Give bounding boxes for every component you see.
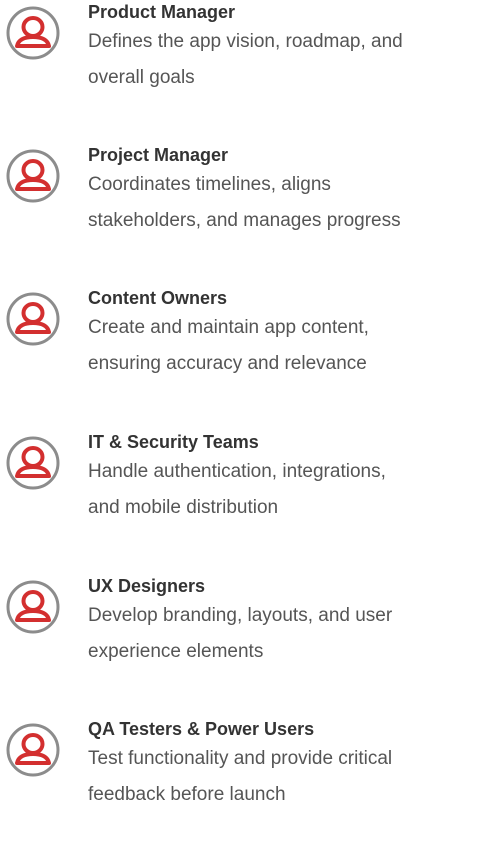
- person-icon: [6, 6, 60, 60]
- role-item-it-security-teams: IT & Security Teams Handle authenticatio…: [0, 430, 500, 560]
- role-description-line: Defines the app vision, roadmap, and: [88, 31, 403, 52]
- role-description-line: Create and maintain app content,: [88, 317, 369, 338]
- role-description-line: and mobile distribution: [88, 497, 279, 518]
- person-icon: [6, 149, 60, 203]
- role-item-content-owners: Content Owners Create and maintain app c…: [0, 286, 500, 416]
- role-item-project-manager: Project Manager Coordinates timelines, a…: [0, 143, 500, 273]
- role-text: UX Designers Develop branding, layouts, …: [88, 574, 500, 670]
- role-description-line: stakeholders, and manages progress: [88, 210, 401, 231]
- role-text: IT & Security Teams Handle authenticatio…: [88, 430, 500, 526]
- role-description-line: ensuring accuracy and relevance: [88, 353, 367, 374]
- role-description-line: experience elements: [88, 641, 264, 662]
- role-item-ux-designers: UX Designers Develop branding, layouts, …: [0, 574, 500, 704]
- role-item-product-manager: Product Manager Defines the app vision, …: [0, 0, 500, 130]
- role-text: QA Testers & Power Users Test functional…: [88, 717, 500, 813]
- role-title: Project Manager: [88, 145, 229, 165]
- role-description-line: Develop branding, layouts, and user: [88, 605, 393, 626]
- role-text: Content Owners Create and maintain app c…: [88, 286, 500, 382]
- role-title: Content Owners: [88, 288, 228, 308]
- role-text: Project Manager Coordinates timelines, a…: [88, 143, 500, 239]
- person-icon: [6, 580, 60, 634]
- role-description-line: Handle authentication, integrations,: [88, 461, 386, 482]
- person-icon: [6, 723, 60, 777]
- role-title: QA Testers & Power Users: [88, 719, 315, 739]
- role-description-line: Coordinates timelines, aligns: [88, 174, 331, 195]
- role-text: Product Manager Defines the app vision, …: [88, 0, 500, 96]
- role-description-line: overall goals: [88, 67, 195, 88]
- role-item-qa-testers-power-users: QA Testers & Power Users Test functional…: [0, 717, 500, 847]
- role-description-line: feedback before launch: [88, 784, 286, 805]
- role-title: Product Manager: [88, 2, 236, 22]
- role-title: IT & Security Teams: [88, 432, 259, 452]
- person-icon: [6, 436, 60, 490]
- role-description-line: Test functionality and provide critical: [88, 748, 393, 769]
- role-title: UX Designers: [88, 576, 206, 596]
- person-icon: [6, 292, 60, 346]
